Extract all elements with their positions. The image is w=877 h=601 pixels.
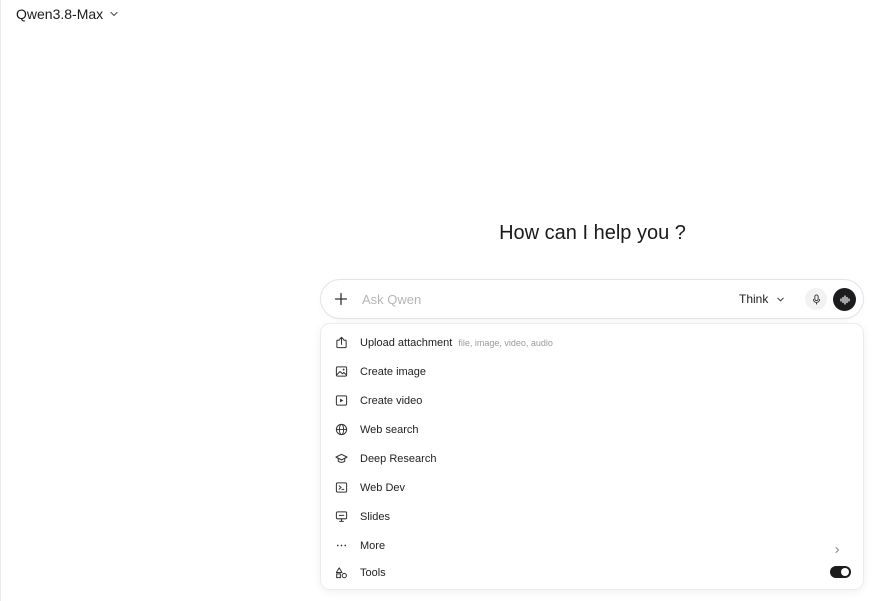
audio-waveform-icon xyxy=(839,294,850,305)
model-selector[interactable]: Qwen3.8-Max xyxy=(16,4,119,24)
menu-item-label: More xyxy=(360,539,386,552)
model-name: Qwen3.8-Max xyxy=(16,6,104,22)
menu-item-web-search[interactable]: Web search xyxy=(329,416,855,443)
think-mode-dropdown[interactable]: Think xyxy=(739,289,785,309)
chevron-down-icon xyxy=(777,297,785,301)
menu-item-label: Deep Research xyxy=(360,452,437,465)
terminal-icon xyxy=(335,481,348,494)
menu-item-label: Web search xyxy=(360,423,419,436)
menu-item-label: Tools xyxy=(360,566,386,579)
image-icon xyxy=(335,365,348,378)
shapes-icon xyxy=(335,566,348,579)
ask-input[interactable] xyxy=(362,289,722,309)
menu-item-label: Create video xyxy=(360,394,423,407)
toggle-knob xyxy=(841,568,849,576)
menu-item-hint: file, image, video, audio xyxy=(458,337,553,348)
globe-icon xyxy=(335,423,348,436)
menu-item-upload-attachment[interactable]: Upload attachment file, image, video, au… xyxy=(329,329,855,356)
video-icon xyxy=(335,394,348,407)
think-mode-label: Think xyxy=(739,292,769,306)
menu-item-slides[interactable]: Slides xyxy=(329,503,855,530)
menu-item-label: Web Dev xyxy=(360,481,406,494)
sidebar-edge xyxy=(0,0,1,601)
presentation-icon xyxy=(335,510,348,523)
menu-item-create-video[interactable]: Create video xyxy=(329,387,855,414)
chevron-down-icon xyxy=(110,11,118,17)
microphone-icon xyxy=(812,293,820,305)
menu-item-label: Upload attachment xyxy=(360,336,453,349)
ellipsis-icon xyxy=(335,539,348,552)
menu-item-create-image[interactable]: Create image xyxy=(329,358,855,385)
microphone-button[interactable] xyxy=(805,288,827,310)
chat-composer: Think xyxy=(320,279,864,319)
attachment-menu: Upload attachment file, image, video, au… xyxy=(320,323,864,590)
chevron-right-icon xyxy=(833,541,841,553)
voice-mode-button[interactable] xyxy=(833,288,856,311)
menu-item-more[interactable]: More xyxy=(329,532,855,559)
page: Qwen3.8-Max How can I help you ? Think U… xyxy=(0,0,877,601)
menu-item-label: Slides xyxy=(360,510,390,523)
greeting-heading: How can I help you ? xyxy=(499,222,686,244)
menu-item-label: Create image xyxy=(360,365,427,378)
add-button[interactable] xyxy=(330,288,352,310)
graduation-cap-icon xyxy=(335,452,348,465)
menu-item-tools[interactable]: Tools xyxy=(329,559,855,586)
tools-toggle[interactable] xyxy=(830,566,851,578)
upload-icon xyxy=(335,336,348,349)
menu-item-deep-research[interactable]: Deep Research xyxy=(329,445,855,472)
menu-item-web-dev[interactable]: Web Dev xyxy=(329,474,855,501)
plus-icon xyxy=(334,292,348,306)
